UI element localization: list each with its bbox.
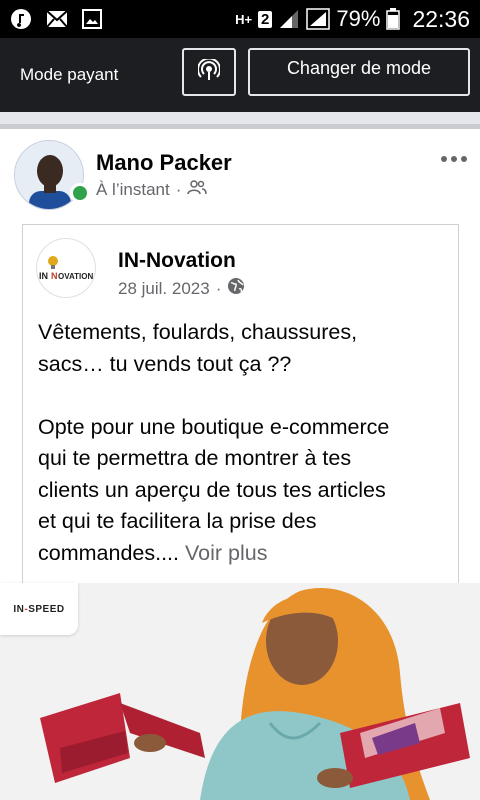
friends-icon <box>187 179 208 200</box>
page-name[interactable]: IN-Novation <box>118 249 236 273</box>
broadcast-button[interactable] <box>182 48 236 96</box>
post-text-line: Opte pour une boutique e-commerce <box>38 414 390 439</box>
see-more-link[interactable]: Voir plus <box>185 541 267 565</box>
post-text-line: clients un aperçu de tous tes articles <box>38 477 386 502</box>
network-type: H+ <box>235 11 253 27</box>
svg-text:N: N <box>51 271 58 281</box>
signal-2-icon <box>306 8 331 30</box>
brand-logo: IN-SPEED <box>0 583 78 635</box>
post-text-line: sacs… tu vends tout ça ?? <box>38 351 292 376</box>
shared-post-meta: 28 juil. 2023 · <box>118 277 245 300</box>
mode-toolbar: Mode payant Changer de mode <box>0 38 480 112</box>
post-text-line: commandes.... Voir plus <box>38 538 456 570</box>
post-text-line: et qui te facilitera la prise des <box>38 509 317 533</box>
sim-badge: 2 <box>258 10 273 28</box>
change-mode-button[interactable]: Changer de mode <box>248 48 470 96</box>
mail-icon <box>46 10 68 28</box>
battery-percent: 79% <box>336 6 381 31</box>
svg-text:OVATION: OVATION <box>58 272 93 281</box>
brand-prefix: IN <box>13 603 25 615</box>
brand-suffix: SPEED <box>28 603 65 615</box>
post-text-line: Vêtements, foulards, chaussures, <box>38 320 358 344</box>
page-logo[interactable]: IN N OVATION <box>36 238 96 298</box>
music-icon <box>10 8 32 30</box>
author-name[interactable]: Mano Packer <box>96 150 232 176</box>
post-text: Vêtements, foulards, chaussures, sacs… t… <box>38 317 456 569</box>
clock: 22:36 <box>412 5 470 32</box>
online-status-dot <box>70 183 90 203</box>
more-options-button[interactable] <box>440 150 468 163</box>
mode-label: Mode payant <box>20 65 119 84</box>
battery-icon <box>386 8 401 30</box>
globe-icon <box>227 277 245 300</box>
status-bar: H+ 2 79% 22:36 <box>0 0 480 38</box>
shared-post-date[interactable]: 28 juil. 2023 <box>118 279 210 299</box>
svg-text:IN: IN <box>39 271 48 281</box>
feed-divider-line <box>0 124 480 129</box>
post-text-tail: commandes.... <box>38 540 179 565</box>
feed-divider <box>0 112 480 124</box>
more-options-icon <box>440 143 468 168</box>
signal-icon <box>278 8 300 30</box>
post-timestamp[interactable]: À l’instant <box>96 180 170 200</box>
post-text-line: qui te permettra de montrer à tes <box>38 446 352 470</box>
meta-separator: · <box>175 179 182 199</box>
image-icon <box>82 9 102 29</box>
meta-separator: · <box>215 278 222 298</box>
broadcast-icon <box>197 57 221 86</box>
post-meta: À l’instant · <box>96 179 208 200</box>
